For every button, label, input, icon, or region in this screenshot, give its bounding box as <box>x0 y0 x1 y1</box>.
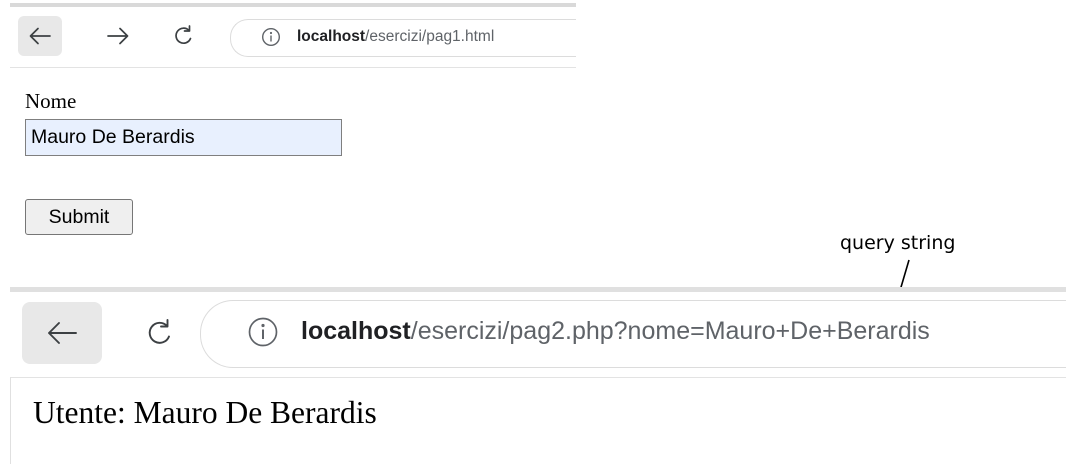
name-input[interactable] <box>25 119 342 156</box>
address-url: localhost/esercizi/pag1.html <box>297 28 494 46</box>
page-content: Utente: Mauro De Berardis <box>10 377 1066 464</box>
name-label: Nome <box>25 89 77 113</box>
back-arrow-icon <box>29 27 51 45</box>
browser-window-1: localhost/esercizi/pag1.html Nome Submit <box>10 3 576 248</box>
url-path: /esercizi/pag2.php?nome=Mauro+De+Berardi… <box>410 317 930 345</box>
browser-window-2: localhost/esercizi/pag2.php?nome=Mauro+D… <box>10 287 1066 464</box>
back-button[interactable] <box>22 302 102 364</box>
url-host: localhost <box>297 28 366 45</box>
reload-button[interactable] <box>125 302 195 364</box>
browser-toolbar: localhost/esercizi/pag1.html <box>10 7 576 67</box>
back-button[interactable] <box>18 16 62 56</box>
info-icon[interactable] <box>247 316 279 348</box>
url-host: localhost <box>301 317 411 345</box>
reload-icon <box>175 25 192 45</box>
address-bar[interactable]: localhost/esercizi/pag1.html <box>230 19 576 57</box>
reload-button[interactable] <box>162 16 206 56</box>
info-icon[interactable] <box>261 27 281 47</box>
query-string-annotation: query string <box>840 232 956 254</box>
back-arrow-icon <box>48 322 77 344</box>
user-greeting: Utente: Mauro De Berardis <box>33 395 377 430</box>
page-content: Nome Submit <box>10 67 576 248</box>
submit-button[interactable]: Submit <box>25 199 133 235</box>
address-bar[interactable]: localhost/esercizi/pag2.php?nome=Mauro+D… <box>200 300 1066 368</box>
reload-icon <box>148 319 170 344</box>
forward-arrow-icon <box>107 27 129 45</box>
forward-button[interactable] <box>96 16 140 56</box>
browser-toolbar: localhost/esercizi/pag2.php?nome=Mauro+D… <box>10 292 1066 377</box>
address-url: localhost/esercizi/pag2.php?nome=Mauro+D… <box>301 317 930 346</box>
url-path: /esercizi/pag1.html <box>365 28 495 45</box>
